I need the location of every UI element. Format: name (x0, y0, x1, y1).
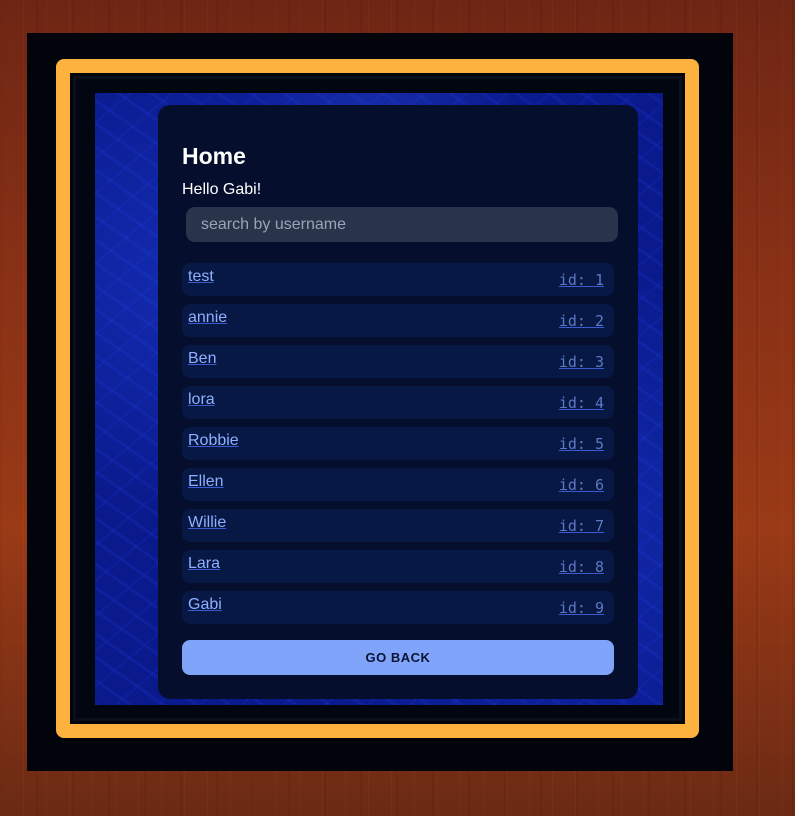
user-list: test id: 1 annie id: 2 Ben id: 3 lora id… (182, 263, 614, 632)
user-id-link[interactable]: id: 9 (559, 599, 604, 617)
user-name-link[interactable]: Ben (188, 350, 216, 368)
home-card: Home Hello Gabi! test id: 1 annie id: 2 … (158, 105, 638, 699)
user-name-link[interactable]: annie (188, 309, 227, 327)
user-name-link[interactable]: Robbie (188, 432, 239, 450)
user-row-8[interactable]: Lara id: 8 (182, 550, 614, 583)
user-id-link[interactable]: id: 3 (559, 353, 604, 371)
user-id-link[interactable]: id: 7 (559, 517, 604, 535)
user-id-link[interactable]: id: 2 (559, 312, 604, 330)
user-name-link[interactable]: lora (188, 391, 215, 409)
user-id-link[interactable]: id: 8 (559, 558, 604, 576)
user-id-link[interactable]: id: 6 (559, 476, 604, 494)
page-title: Home (182, 143, 246, 169)
search-input[interactable] (186, 207, 618, 242)
user-row-6[interactable]: Ellen id: 6 (182, 468, 614, 501)
user-row-9[interactable]: Gabi id: 9 (182, 591, 614, 624)
go-back-button[interactable]: GO BACK (182, 640, 614, 675)
user-id-link[interactable]: id: 5 (559, 435, 604, 453)
user-name-link[interactable]: test (188, 268, 214, 286)
greeting-text: Hello Gabi! (182, 181, 262, 198)
user-row-4[interactable]: lora id: 4 (182, 386, 614, 419)
user-id-link[interactable]: id: 1 (559, 271, 604, 289)
user-row-1[interactable]: test id: 1 (182, 263, 614, 296)
user-row-3[interactable]: Ben id: 3 (182, 345, 614, 378)
user-name-link[interactable]: Willie (188, 514, 226, 532)
user-row-7[interactable]: Willie id: 7 (182, 509, 614, 542)
user-row-2[interactable]: annie id: 2 (182, 304, 614, 337)
user-name-link[interactable]: Ellen (188, 473, 224, 491)
user-name-link[interactable]: Gabi (188, 596, 222, 614)
user-row-5[interactable]: Robbie id: 5 (182, 427, 614, 460)
user-id-link[interactable]: id: 4 (559, 394, 604, 412)
user-name-link[interactable]: Lara (188, 555, 220, 573)
